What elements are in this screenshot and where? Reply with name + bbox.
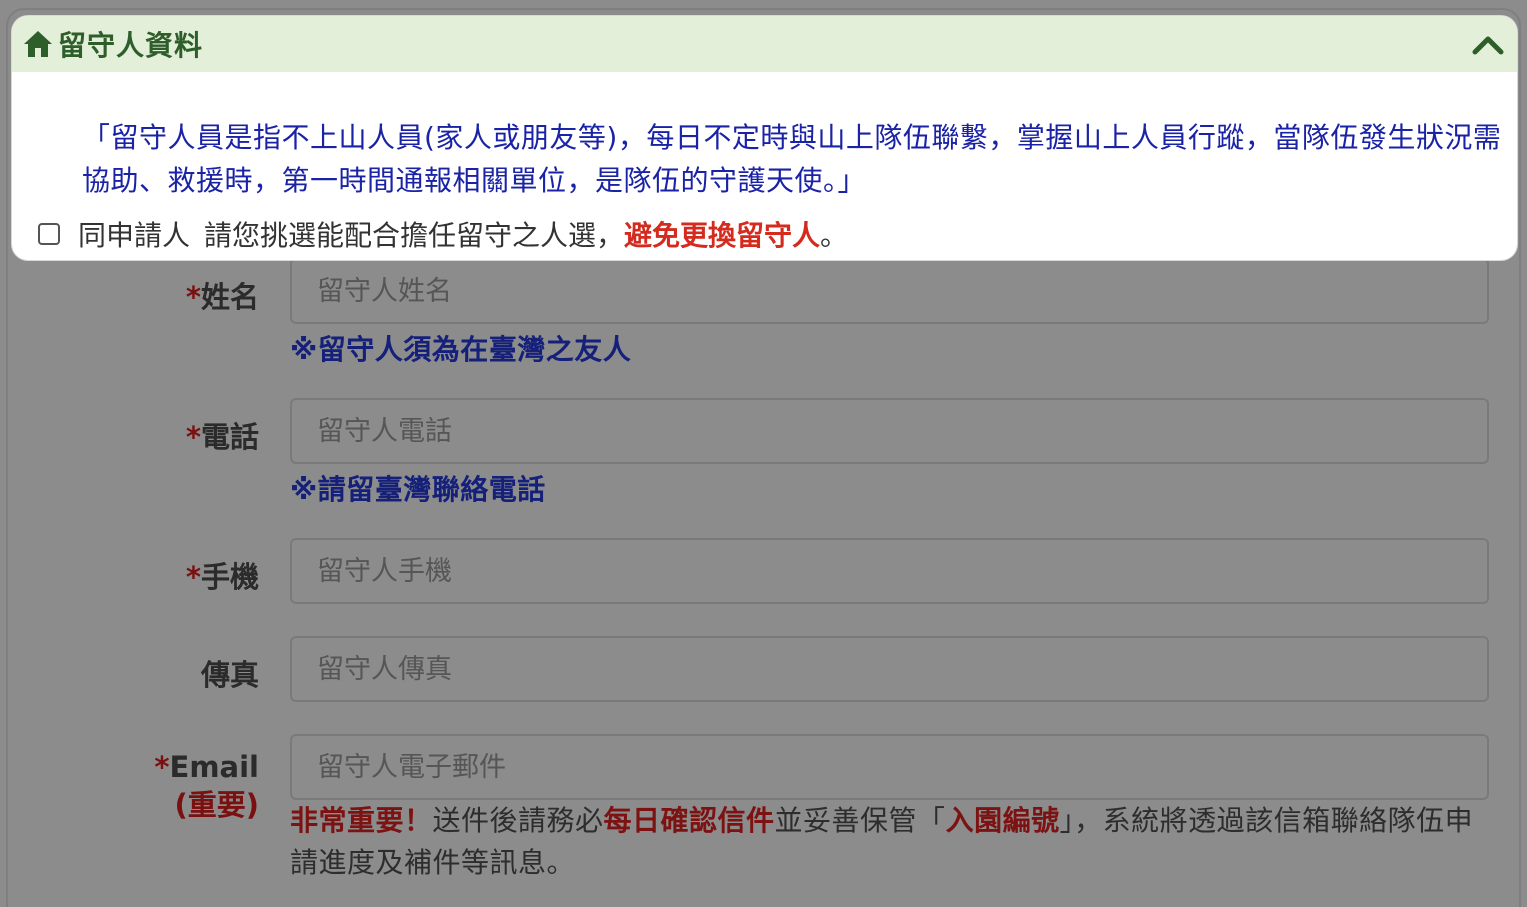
home-icon <box>24 31 52 57</box>
instruction-warning: 避免更換留守人 <box>624 219 821 252</box>
fax-input[interactable] <box>290 636 1489 702</box>
fax-label: 傳真 <box>200 658 259 692</box>
phone-input[interactable] <box>290 398 1489 464</box>
required-mark: * <box>154 750 170 784</box>
same-as-applicant-label[interactable]: 同申請人 <box>78 214 190 254</box>
instruction-text: 請您挑選能配合擔任留守之人選， <box>204 219 625 252</box>
email-note-important: 非常重要！ <box>290 804 433 837</box>
guardian-panel: 留守人資料 「留守人員是指不上山人員(家人或朋友等)，每日不定時與山上隊伍聯繫，… <box>12 16 1517 260</box>
guardian-description: 「留守人員是指不上山人員(家人或朋友等)，每日不定時與山上隊伍聯繫，掌握山上人員… <box>82 121 1502 197</box>
instruction-suffix: 。 <box>820 219 849 252</box>
phone-label: *電話 <box>185 420 259 454</box>
email-input[interactable] <box>290 734 1489 800</box>
panel-title: 留守人資料 <box>58 29 204 62</box>
email-note: 非常重要！送件後請務必每日確認信件並妥善保管「入園編號」，系統將透過該信箱聯絡隊… <box>290 804 1474 879</box>
email-note-daily-check: 每日確認信件 <box>603 804 775 837</box>
name-label: *姓名 <box>185 280 259 314</box>
required-mark: * <box>185 420 201 454</box>
name-hint: ※留守人須為在臺灣之友人 <box>290 333 632 366</box>
page: *姓名 ※留守人須為在臺灣之友人 *電話 ※請留臺灣聯絡電話 *手機 傳真 *E… <box>0 0 1527 907</box>
email-note-park-number: 入園編號 <box>945 804 1060 837</box>
mobile-label: *手機 <box>185 560 259 594</box>
chevron-up-icon[interactable] <box>1471 28 1505 62</box>
same-as-applicant-row: 同申請人 請您挑選能配合擔任留守之人選， 避免更換留守人。 <box>38 214 848 254</box>
required-mark: * <box>185 560 201 594</box>
required-mark: * <box>185 280 201 314</box>
email-label: *Email (重要) <box>154 750 259 822</box>
name-input[interactable] <box>290 258 1489 324</box>
email-important-sublabel: (重要) <box>174 788 259 822</box>
same-as-applicant-checkbox[interactable] <box>38 223 60 245</box>
phone-hint: ※請留臺灣聯絡電話 <box>290 473 546 506</box>
mobile-input[interactable] <box>290 538 1489 604</box>
panel-header: 留守人資料 <box>12 16 1517 72</box>
